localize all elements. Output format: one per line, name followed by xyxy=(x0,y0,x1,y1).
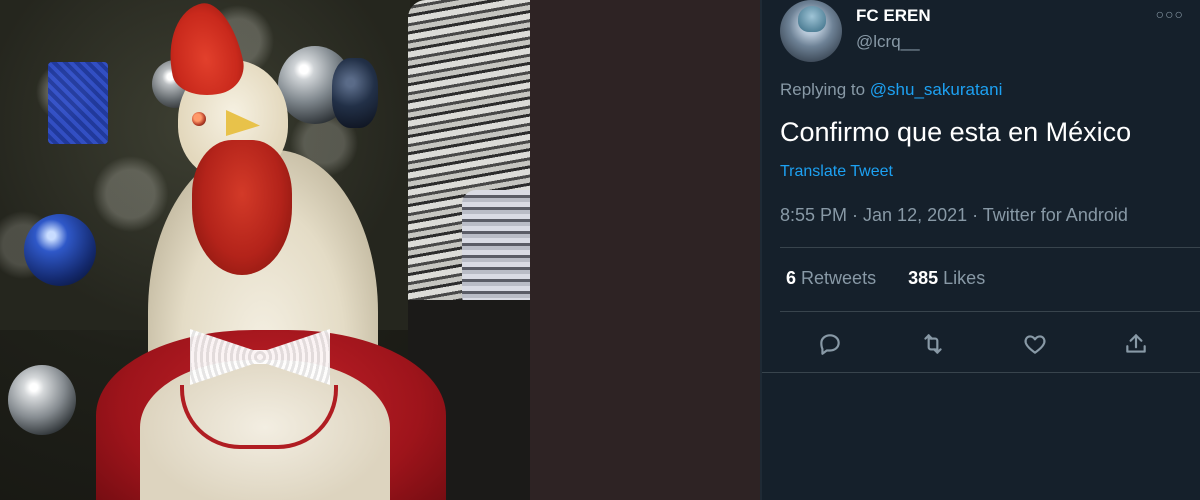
user-handle[interactable]: @lcrq__ xyxy=(856,32,920,52)
tweet-actions xyxy=(762,324,1200,364)
reply-icon[interactable] xyxy=(810,324,850,364)
blue-ornament xyxy=(24,214,96,286)
rooster-eye xyxy=(192,112,206,126)
retweets-label: Retweets xyxy=(801,268,877,288)
divider xyxy=(780,311,1200,312)
dimmed-background xyxy=(530,0,762,500)
divider xyxy=(762,372,1200,373)
navy-ornament xyxy=(332,58,378,128)
armchair-arm xyxy=(462,190,530,310)
tweet-stats: 6 Retweets 385 Likes xyxy=(786,268,985,289)
translate-link[interactable]: Translate Tweet xyxy=(780,163,893,181)
display-name[interactable]: FC EREN xyxy=(856,6,931,26)
retweets-stat[interactable]: 6 Retweets xyxy=(786,268,876,288)
retweets-count: 6 xyxy=(786,268,797,288)
share-icon[interactable] xyxy=(1116,324,1156,364)
more-horizontal-icon[interactable]: ○○○ xyxy=(1156,6,1184,22)
rooster-wattle xyxy=(192,140,292,275)
likes-count: 385 xyxy=(908,268,939,288)
likes-stat[interactable]: 385 Likes xyxy=(908,268,985,288)
tweet-timestamp[interactable]: 8:55 PM · Jan 12, 2021 · Twitter for And… xyxy=(780,205,1128,226)
retweet-icon[interactable] xyxy=(913,324,953,364)
likes-label: Likes xyxy=(943,268,986,288)
divider xyxy=(780,247,1200,248)
avatar[interactable] xyxy=(780,0,842,62)
replying-to: Replying to @shu_sakuratani xyxy=(780,80,1002,100)
like-icon[interactable] xyxy=(1015,324,1055,364)
rooster-photo xyxy=(0,0,530,500)
mention-link[interactable]: @shu_sakuratani xyxy=(870,80,1003,99)
tweet-panel: FC EREN @lcrq__ ○○○ Replying to @shu_sak… xyxy=(762,0,1200,500)
silver-ornament xyxy=(8,365,76,435)
replying-prefix: Replying to xyxy=(780,80,866,99)
tweet-text: Confirmo que esta en México xyxy=(780,117,1132,147)
gift-ornament xyxy=(48,62,108,144)
